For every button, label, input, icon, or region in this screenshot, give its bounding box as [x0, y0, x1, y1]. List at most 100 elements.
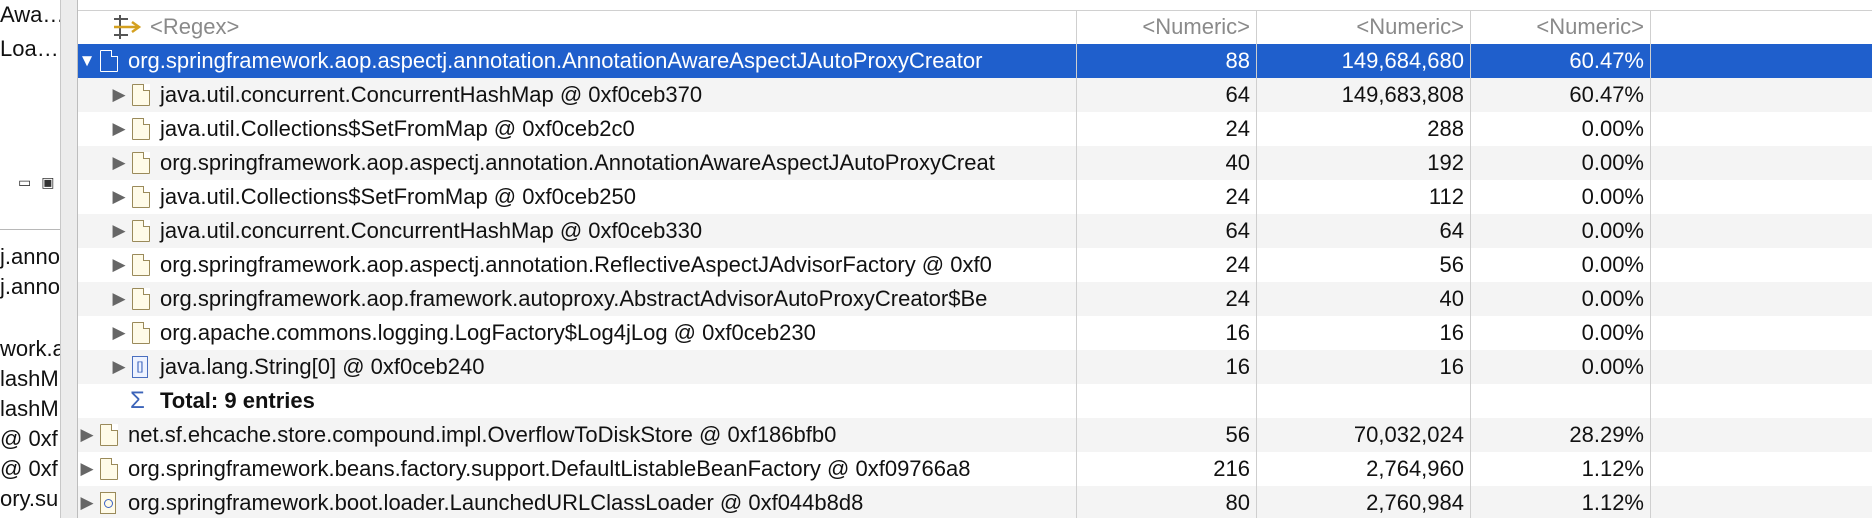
shallow-heap-cell: 24: [1225, 184, 1250, 209]
table-row[interactable]: ▶ org.springframework.aop.framework.autop…: [78, 282, 1872, 316]
shallow-heap-cell: 16: [1225, 354, 1250, 379]
left-panel-fragment[interactable]: lashM: [0, 366, 59, 392]
object-name: java.util.concurrent.ConcurrentHashMap @…: [160, 218, 703, 243]
name-cell[interactable]: ▶ java.util.concurrent.ConcurrentHashMap …: [78, 78, 1076, 112]
left-panel-fragment[interactable]: ory.su: [0, 486, 58, 512]
table-row[interactable]: ▶ java.util.concurrent.ConcurrentHashMap …: [78, 78, 1872, 112]
expand-toggle-icon[interactable]: ▶: [110, 78, 128, 112]
percentage-cell: 60.47%: [1569, 48, 1644, 73]
expand-toggle-icon[interactable]: ▶: [110, 112, 128, 146]
object-name: org.springframework.boot.loader.Launched…: [128, 490, 864, 515]
retained-heap-cell: 70,032,024: [1353, 422, 1464, 447]
name-cell[interactable]: ▶ org.springframework.beans.factory.suppo…: [78, 452, 1076, 486]
file-icon: [132, 118, 150, 140]
shallow-heap-cell: 24: [1225, 116, 1250, 141]
name-cell[interactable]: ▼ org.springframework.aop.aspectj.annotat…: [78, 44, 1076, 78]
shallow-heap-cell: 56: [1225, 422, 1250, 447]
retained-heap-cell: 16: [1439, 354, 1464, 379]
name-filter[interactable]: <Regex>: [150, 10, 239, 44]
name-cell[interactable]: ▶ org.apache.commons.logging.LogFactory$L…: [78, 316, 1076, 350]
expand-toggle-icon[interactable]: ▶: [78, 452, 96, 486]
left-panel-fragment[interactable]: @ 0xf: [0, 426, 58, 452]
table-row[interactable]: ▶ org.apache.commons.logging.LogFactory$L…: [78, 316, 1872, 350]
retained-heap-cell: 288: [1427, 116, 1464, 141]
name-cell[interactable]: Σ Total: 9 entries: [78, 384, 1076, 418]
expand-toggle-icon[interactable]: ▶: [110, 316, 128, 350]
name-cell[interactable]: ▶ org.springframework.aop.aspectj.annotat…: [78, 248, 1076, 282]
retained-heap-cell: 64: [1439, 218, 1464, 243]
object-name: org.apache.commons.logging.LogFactory$Lo…: [160, 320, 816, 345]
left-panel-fragment[interactable]: work.a: [0, 336, 60, 362]
table-row[interactable]: ▶[] java.lang.String[0] @ 0xf0ceb240 16 16 0…: [78, 350, 1872, 384]
percentage-cell: [1472, 384, 1650, 418]
name-cell[interactable]: ▶ net.sf.ehcache.store.compound.impl.Over…: [78, 418, 1076, 452]
retained-heap-cell: 149,683,808: [1341, 82, 1464, 107]
shallow-heap-cell: 16: [1225, 320, 1250, 345]
collapse-toggle-icon[interactable]: ▼: [78, 44, 96, 78]
splitter[interactable]: [61, 0, 78, 518]
name-cell[interactable]: ▶ org.springframework.boot.loader.Launche…: [78, 486, 1076, 518]
expand-toggle-icon[interactable]: ▶: [110, 180, 128, 214]
left-panel-fragment: Loa…: [0, 36, 59, 61]
shallow-heap-cell: 64: [1225, 82, 1250, 107]
name-cell[interactable]: ▶ org.springframework.aop.aspectj.annotat…: [78, 146, 1076, 180]
sigma-icon: Σ: [130, 387, 145, 414]
percentage-cell: 28.29%: [1569, 422, 1644, 447]
expand-toggle-icon[interactable]: ▶: [78, 486, 96, 518]
expand-toggle-icon[interactable]: ▶: [110, 350, 128, 384]
object-name: org.springframework.beans.factory.suppor…: [128, 456, 971, 481]
file-icon: [100, 50, 118, 72]
percentage-cell: 0.00%: [1581, 116, 1644, 141]
name-cell[interactable]: ▶ java.util.Collections$SetFromMap @ 0xf0…: [78, 180, 1076, 214]
total-label: Total: 9 entries: [160, 388, 315, 413]
percentage-cell: 0.00%: [1581, 150, 1644, 175]
table-row[interactable]: ▶ org.springframework.aop.aspectj.annotat…: [78, 146, 1872, 180]
table-row[interactable]: ▶ org.springframework.beans.factory.suppo…: [78, 452, 1872, 486]
expand-toggle-icon[interactable]: ▶: [110, 146, 128, 180]
left-panel-fragment[interactable]: j.anno: [0, 244, 60, 270]
object-name: org.springframework.aop.framework.autopr…: [160, 286, 988, 311]
percentage-filter[interactable]: <Numeric>: [1472, 10, 1650, 44]
percentage-cell: 0.00%: [1581, 184, 1644, 209]
left-panel-fragment[interactable]: @ 0xf: [0, 456, 58, 482]
table-row[interactable]: ▶ net.sf.ehcache.store.compound.impl.Over…: [78, 418, 1872, 452]
shallow-heap-filter[interactable]: <Numeric>: [1078, 10, 1256, 44]
filter-row: <Regex> <Numeric> <Numeric> <Numeric>: [78, 10, 1872, 44]
expand-toggle-icon[interactable]: ▶: [110, 248, 128, 282]
dominator-tree-table: <Regex> <Numeric> <Numeric> <Numeric> ▼ o…: [78, 0, 1872, 518]
column-divider[interactable]: [1256, 10, 1257, 518]
left-panel-fragment[interactable]: lashM: [0, 396, 59, 422]
left-panel-divider: [0, 229, 60, 230]
view-menu-icons[interactable]: ▭▣: [18, 174, 60, 191]
table-row[interactable]: ▶ java.util.Collections$SetFromMap @ 0xf0…: [78, 180, 1872, 214]
column-divider[interactable]: [1470, 10, 1471, 518]
shallow-heap-cell: 216: [1213, 456, 1250, 481]
column-divider[interactable]: [1650, 10, 1651, 518]
expand-toggle-icon[interactable]: ▶: [110, 282, 128, 316]
total-row[interactable]: Σ Total: 9 entries: [78, 384, 1872, 418]
left-panel: Awa… Loa… ▭▣ j.anno j.anno work.a lashM …: [0, 0, 61, 518]
shallow-heap-cell: 64: [1225, 218, 1250, 243]
retained-heap-cell: 40: [1439, 286, 1464, 311]
expand-toggle-icon[interactable]: ▶: [78, 418, 96, 452]
left-panel-fragment[interactable]: j.anno: [0, 274, 60, 300]
name-filter-cell[interactable]: <Regex>: [78, 10, 1076, 44]
name-cell[interactable]: ▶[] java.lang.String[0] @ 0xf0ceb240: [78, 350, 1076, 384]
name-cell[interactable]: ▶ org.springframework.aop.framework.autop…: [78, 282, 1076, 316]
expand-toggle-icon[interactable]: ▶: [110, 214, 128, 248]
file-icon: [132, 288, 150, 310]
table-row[interactable]: ▶ java.util.concurrent.ConcurrentHashMap …: [78, 214, 1872, 248]
classloader-icon: [100, 492, 116, 514]
table-row[interactable]: ▶ java.util.Collections$SetFromMap @ 0xf0…: [78, 112, 1872, 146]
table-row[interactable]: ▶ org.springframework.aop.aspectj.annotat…: [78, 248, 1872, 282]
retained-heap-filter[interactable]: <Numeric>: [1258, 10, 1470, 44]
name-cell[interactable]: ▶ java.util.Collections$SetFromMap @ 0xf0…: [78, 112, 1076, 146]
name-cell[interactable]: ▶ java.util.concurrent.ConcurrentHashMap …: [78, 214, 1076, 248]
file-icon: [132, 254, 150, 276]
percentage-cell: 1.12%: [1581, 490, 1644, 515]
table-row[interactable]: ▶ org.springframework.boot.loader.Launche…: [78, 486, 1872, 518]
column-divider[interactable]: [1076, 10, 1077, 518]
shallow-heap-cell: 80: [1225, 490, 1250, 515]
table-row[interactable]: ▼ org.springframework.aop.aspectj.annotat…: [78, 44, 1872, 78]
file-icon: [132, 84, 150, 106]
